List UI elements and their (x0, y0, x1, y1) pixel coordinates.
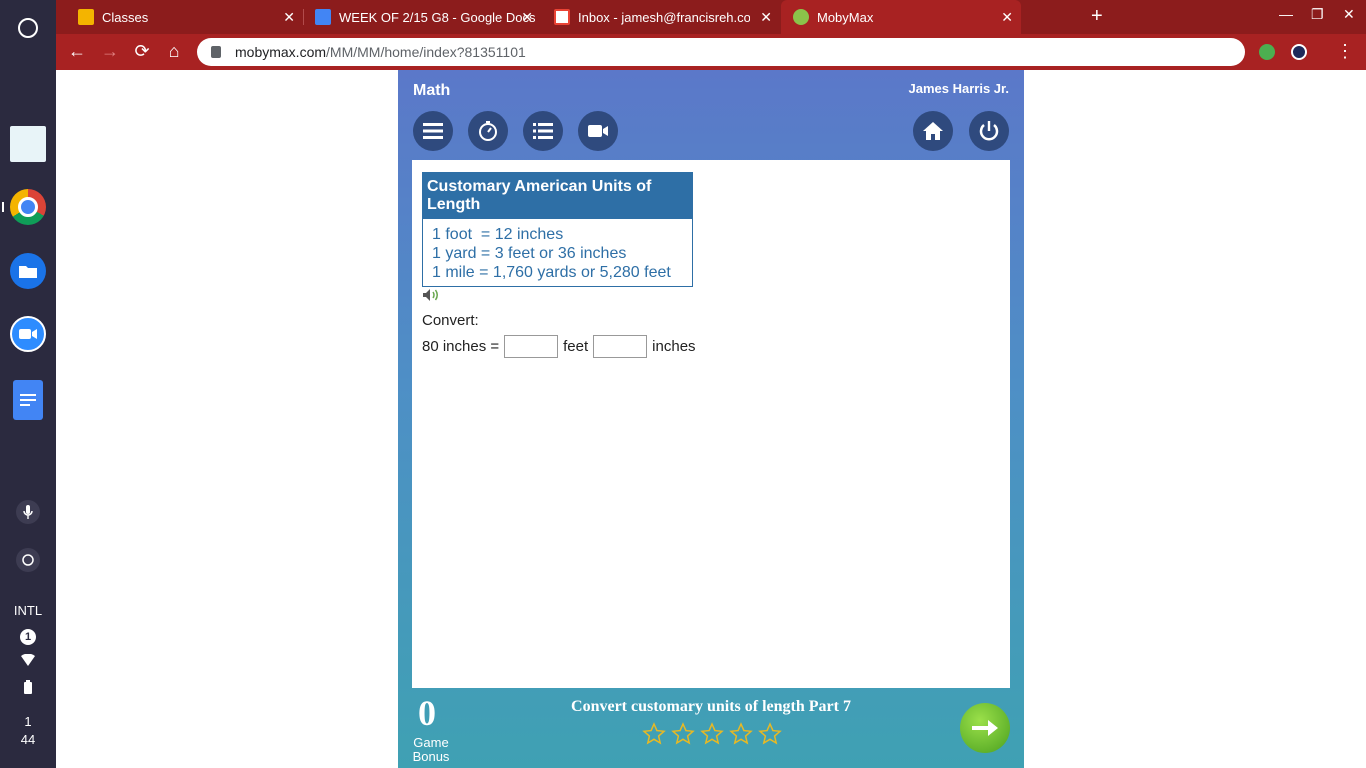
reference-title: Customary American Units of Length (423, 173, 692, 219)
tab-title: Inbox - jamesh@francisreh.com (578, 9, 750, 25)
arrow-right-icon (972, 720, 998, 736)
reference-line: 1 yard = 3 feet or 36 inches (432, 245, 627, 262)
wifi-icon (0, 653, 56, 669)
reference-body: 1 foot = 12 inches 1 yard = 3 feet or 36… (423, 219, 692, 286)
game-bonus-label-line: Game (413, 735, 449, 750)
question-prompt: Convert: (422, 312, 479, 329)
clock-hour[interactable]: 1 (0, 714, 56, 729)
url-path: /MM/MM/home/index?81351101 (326, 44, 526, 60)
game-bonus-value: 0 (418, 693, 436, 733)
star-icon (671, 722, 695, 745)
home-button[interactable]: ⌂ (163, 41, 185, 62)
tab-classes[interactable]: Classes ✕ (56, 0, 303, 34)
input-method-indicator[interactable]: INTL (0, 603, 56, 618)
mobymax-panel: Math James Harris Jr. Customary American… (398, 70, 1024, 768)
menu-button[interactable] (413, 111, 453, 151)
star-icon (700, 722, 724, 745)
clock-minute[interactable]: 44 (0, 732, 56, 747)
back-button[interactable]: ← (66, 41, 88, 62)
mobymax-icon (793, 9, 809, 25)
student-name: James Harris Jr. (908, 81, 1009, 96)
tab-title: WEEK OF 2/15 G8 - Google Docs (339, 9, 536, 25)
game-bonus-label-line: Bonus (412, 749, 450, 764)
lesson-footer: 0 Game Bonus Convert customary units of … (412, 688, 1010, 768)
minimize-window-icon[interactable]: — (1279, 6, 1293, 22)
unit-inches-label: inches (652, 338, 696, 355)
close-tab-icon[interactable]: ✕ (1001, 9, 1013, 26)
reference-line: 1 foot = 12 inches (432, 226, 564, 243)
list-icon (533, 123, 553, 139)
tab-gmail[interactable]: Inbox - jamesh@francisreh.com ✕ (532, 0, 780, 34)
star-icon (729, 722, 753, 745)
google-classroom-icon (78, 9, 94, 25)
chromeos-shelf: INTL 1 1 44 (0, 0, 56, 768)
active-app-indicator (2, 202, 4, 212)
forward-button[interactable]: → (99, 41, 121, 62)
notification-count-badge[interactable]: 1 (0, 628, 56, 645)
launcher-icon[interactable] (18, 18, 38, 38)
url-host: mobymax.com (235, 44, 327, 60)
zoom-app-icon[interactable] (10, 316, 46, 352)
stopwatch-icon (479, 121, 497, 141)
new-tab-button[interactable]: + (1091, 5, 1103, 28)
star-icon (642, 722, 666, 745)
docs-app-icon[interactable] (13, 380, 43, 420)
close-window-icon[interactable]: ✕ (1343, 6, 1355, 23)
logout-button[interactable] (969, 111, 1009, 151)
list-button[interactable] (523, 111, 563, 151)
power-icon (979, 121, 999, 141)
extension-guard-icon[interactable] (1291, 44, 1307, 60)
reference-line: 1 mile = 1,760 yards or 5,280 feet (432, 264, 671, 281)
speaker-icon[interactable] (422, 288, 440, 302)
battery-icon (0, 680, 56, 697)
web-page: Math James Harris Jr. Customary American… (56, 70, 1366, 768)
question-area: Customary American Units of Length 1 foo… (412, 160, 1010, 688)
maximize-window-icon[interactable]: ❐ (1311, 6, 1324, 23)
tab-title: Classes (102, 9, 149, 25)
accessibility-icon[interactable] (16, 548, 40, 572)
star-icon (758, 722, 782, 745)
close-tab-icon[interactable]: ✕ (760, 9, 772, 26)
browser-menu-icon[interactable]: ⋮ (1334, 41, 1356, 62)
video-camera-icon (588, 125, 608, 137)
extension-shield-icon[interactable] (1259, 44, 1275, 60)
tab-google-docs[interactable]: WEEK OF 2/15 G8 - Google Docs ✕ (293, 0, 541, 34)
browser-tab-bar: Classes ✕ WEEK OF 2/15 G8 - Google Docs … (56, 0, 1366, 34)
home-icon (923, 122, 943, 140)
lesson-title: Convert customary units of length Part 7 (571, 698, 851, 715)
equation-lhs: 80 inches = (422, 338, 500, 355)
feet-answer-input[interactable] (504, 335, 559, 358)
lock-icon (211, 46, 221, 58)
chrome-app-icon[interactable] (10, 189, 46, 225)
progress-stars (642, 722, 782, 746)
inches-answer-input[interactable] (593, 335, 648, 358)
game-bonus-label: Game Bonus (412, 736, 450, 764)
files-app-icon[interactable] (10, 253, 46, 289)
video-button[interactable] (578, 111, 618, 151)
notification-count: 1 (20, 629, 36, 645)
next-button[interactable] (960, 703, 1010, 753)
unit-feet-label: feet (563, 338, 589, 355)
classroom-app-icon[interactable] (10, 126, 46, 162)
home-button[interactable] (913, 111, 953, 151)
subject-title: Math (413, 82, 451, 99)
microphone-icon[interactable] (16, 500, 40, 524)
google-docs-icon (315, 9, 331, 25)
address-bar[interactable]: mobymax.com/MM/MM/home/index?81351101 (197, 38, 1245, 66)
conversion-equation: 80 inches = feet inches (422, 335, 696, 358)
hamburger-menu-icon (423, 123, 443, 139)
timer-button[interactable] (468, 111, 508, 151)
browser-toolbar: ← → ⟳ ⌂ mobymax.com/MM/MM/home/index?813… (56, 34, 1366, 70)
tab-mobymax[interactable]: MobyMax ✕ (781, 0, 1021, 34)
reload-button[interactable]: ⟳ (131, 41, 153, 62)
gmail-icon (554, 9, 570, 25)
tab-title: MobyMax (817, 9, 874, 25)
reference-table: Customary American Units of Length 1 foo… (422, 172, 693, 287)
